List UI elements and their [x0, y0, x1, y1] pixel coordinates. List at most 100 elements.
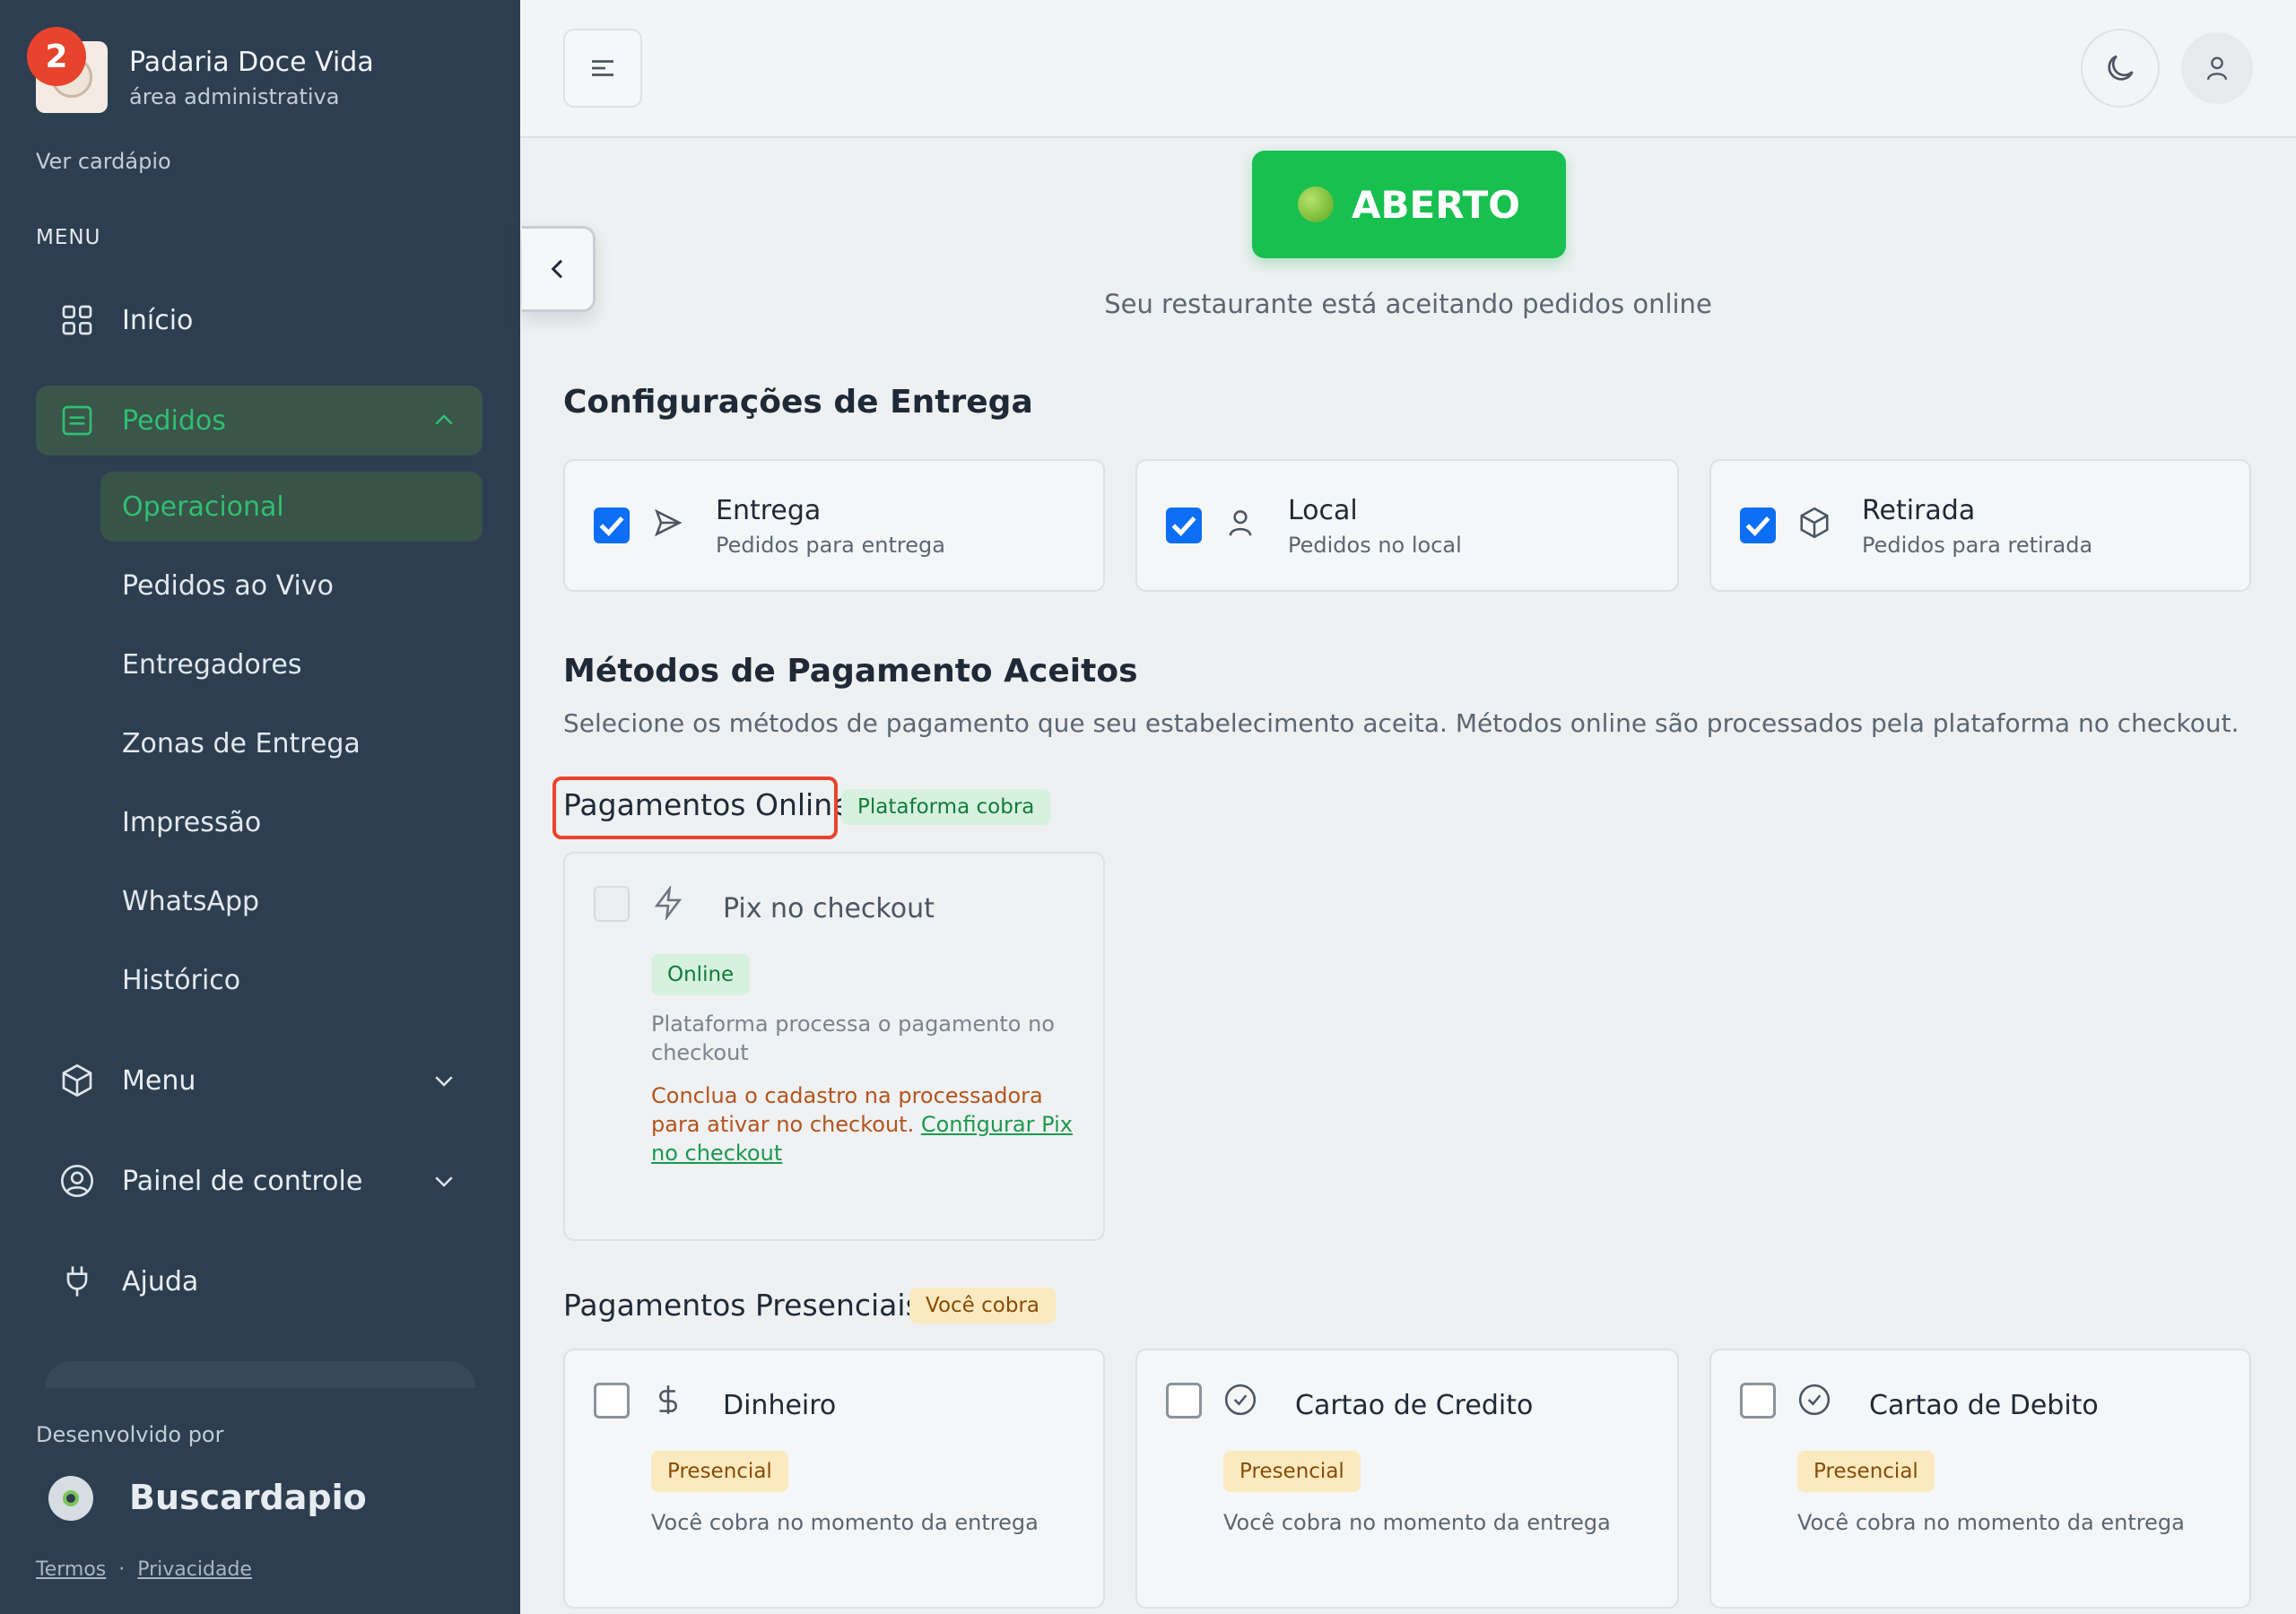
- user-icon: [2206, 56, 2228, 81]
- lightning-icon: [651, 884, 685, 922]
- payment-note: Você cobra no momento da entrega: [1797, 1510, 2185, 1535]
- sidebar-subitem-operacional[interactable]: Operacional: [100, 472, 483, 542]
- dinheiro-checkbox[interactable]: [594, 1383, 630, 1419]
- sidebar-scrollbar[interactable]: [45, 1361, 475, 1388]
- sidebar-subitem-historico[interactable]: Histórico: [100, 945, 483, 1015]
- orders-icon: [59, 403, 95, 438]
- sidebar-item-inicio[interactable]: Início: [36, 285, 483, 355]
- presencial-tag: Presencial: [1797, 1451, 1935, 1492]
- payment-option-dinheiro[interactable]: Dinheiro Presencial Você cobra no moment…: [563, 1349, 1105, 1609]
- pix-checkbox[interactable]: [594, 886, 630, 922]
- company-name[interactable]: Buscardapio: [129, 1478, 367, 1517]
- highlight-annotation: [552, 777, 838, 839]
- brand[interactable]: 2 Padaria Doce Vida área administrativa: [27, 27, 374, 113]
- option-subtitle: Pedidos para entrega: [716, 533, 945, 558]
- view-menu-link[interactable]: Ver cardápio: [36, 149, 171, 174]
- sidebar: 2 Padaria Doce Vida área administrativa …: [0, 0, 520, 1614]
- box-icon: [59, 1063, 95, 1098]
- status-indicator-icon: [1297, 187, 1334, 222]
- top-bar: [520, 0, 2296, 138]
- theme-toggle-button[interactable]: [2081, 29, 2160, 108]
- hamburger-icon: [592, 60, 613, 76]
- user-menu-button[interactable]: [2181, 32, 2253, 104]
- delivery-option-local[interactable]: Local Pedidos no local: [1135, 459, 1679, 592]
- package-icon: [1797, 506, 1831, 540]
- option-title: Local: [1288, 495, 1358, 526]
- chevron-down-icon: [430, 1067, 457, 1094]
- plug-icon: [59, 1263, 95, 1299]
- configure-pix-link[interactable]: Configurar Pix: [921, 1112, 1073, 1137]
- platform-charges-badge: Plataforma cobra: [841, 789, 1051, 825]
- terms-link[interactable]: Termos: [36, 1558, 106, 1581]
- payment-title: Cartao de Debito: [1869, 1390, 2099, 1421]
- option-subtitle: Pedidos para retirada: [1862, 533, 2093, 558]
- payment-note: Você cobra no momento da entrega: [1223, 1510, 1611, 1535]
- sidebar-subitem-pedidos-ao-vivo[interactable]: Pedidos ao Vivo: [100, 551, 483, 620]
- configure-pix-link-cont[interactable]: no checkout: [651, 1141, 782, 1166]
- payment-warning: Conclua o cadastro na processadora para …: [651, 1081, 1082, 1167]
- payment-title: Pix no checkout: [723, 893, 935, 924]
- grid-icon: [59, 302, 95, 338]
- chevron-left-icon: [551, 259, 562, 279]
- payment-title: Dinheiro: [723, 1390, 837, 1421]
- sidebar-item-label: Ajuda: [122, 1265, 199, 1297]
- payment-option-cartao-debito[interactable]: Cartao de Debito Presencial Você cobra n…: [1709, 1349, 2251, 1609]
- moon-icon: [2108, 55, 2134, 81]
- retirada-checkbox[interactable]: [1740, 508, 1776, 543]
- chevron-up-icon: [430, 407, 457, 434]
- payment-note: Plataforma processa o pagamento no check…: [651, 1011, 1055, 1065]
- menu-toggle-button[interactable]: [563, 29, 642, 108]
- chevron-down-icon: [430, 1167, 457, 1194]
- check-circle-icon: [1797, 1383, 1831, 1417]
- sidebar-footer: Desenvolvido por Buscardapio Termos · Priv…: [0, 1390, 520, 1614]
- menu-section-label: MENU: [36, 226, 101, 249]
- payment-option-cartao-credito[interactable]: Cartao de Credito Presencial Você cobra …: [1135, 1349, 1679, 1609]
- legal-links: Termos · Privacidade: [36, 1558, 252, 1581]
- debito-checkbox[interactable]: [1740, 1383, 1776, 1419]
- presencial-tag: Presencial: [1223, 1451, 1361, 1492]
- in-person-payments-heading: Pagamentos Presenciais: [563, 1288, 921, 1323]
- sidebar-subitem-zonas-de-entrega[interactable]: Zonas de Entrega: [100, 708, 483, 778]
- user-circle-icon: [59, 1163, 95, 1199]
- warning-line-1: Conclua o cadastro na processadora: [651, 1083, 1043, 1108]
- option-subtitle: Pedidos no local: [1288, 533, 1462, 558]
- status-label: ABERTO: [1351, 182, 1520, 227]
- developed-by-label: Desenvolvido por: [36, 1422, 224, 1447]
- status-description: Seu restaurante está aceitando pedidos o…: [1104, 289, 1712, 319]
- local-checkbox[interactable]: [1166, 508, 1202, 543]
- send-icon: [651, 506, 685, 540]
- privacy-link[interactable]: Privacidade: [137, 1558, 252, 1581]
- sidebar-item-menu[interactable]: Menu: [36, 1046, 483, 1115]
- payment-methods-title: Métodos de Pagamento Aceitos: [563, 653, 1138, 690]
- sidebar-item-painel-de-controle[interactable]: Painel de controle: [36, 1146, 483, 1216]
- presencial-tag: Presencial: [651, 1451, 788, 1492]
- option-title: Retirada: [1862, 495, 1976, 526]
- delivery-settings-title: Configurações de Entrega: [563, 384, 1033, 421]
- restaurant-name: Padaria Doce Vida: [129, 47, 374, 78]
- delivery-option-entrega[interactable]: Entrega Pedidos para entrega: [563, 459, 1105, 592]
- payment-option-pix: Pix no checkout Online Plataforma proces…: [563, 852, 1105, 1241]
- payment-methods-description: Selecione os métodos de pagamento que se…: [563, 708, 2239, 738]
- buscardapio-logo: [48, 1476, 93, 1521]
- sidebar-item-ajuda[interactable]: Ajuda: [36, 1246, 483, 1316]
- sidebar-subitem-whatsapp[interactable]: WhatsApp: [100, 866, 483, 936]
- sidebar-item-label: Pedidos: [122, 404, 226, 437]
- separator: ·: [118, 1558, 126, 1581]
- sidebar-item-pedidos[interactable]: Pedidos: [36, 386, 483, 456]
- dollar-icon: [651, 1383, 685, 1417]
- option-title: Entrega: [716, 495, 822, 526]
- sidebar-item-label: Menu: [122, 1064, 196, 1097]
- sidebar-subitem-impressao[interactable]: Impressão: [100, 787, 483, 857]
- user-icon: [1223, 506, 1257, 540]
- you-charge-badge: Você cobra: [909, 1288, 1056, 1323]
- sidebar-item-label: Início: [122, 304, 194, 336]
- store-status-button[interactable]: ABERTO: [1252, 151, 1566, 258]
- sidebar-subitem-entregadores[interactable]: Entregadores: [100, 629, 483, 699]
- payment-note: Você cobra no momento da entrega: [651, 1510, 1039, 1535]
- notification-badge[interactable]: 2: [27, 27, 86, 86]
- check-circle-icon: [1223, 1383, 1257, 1417]
- delivery-option-retirada[interactable]: Retirada Pedidos para retirada: [1709, 459, 2251, 592]
- credito-checkbox[interactable]: [1166, 1383, 1202, 1419]
- warning-line-2: para ativar no checkout.: [651, 1112, 915, 1137]
- entrega-checkbox[interactable]: [594, 508, 630, 543]
